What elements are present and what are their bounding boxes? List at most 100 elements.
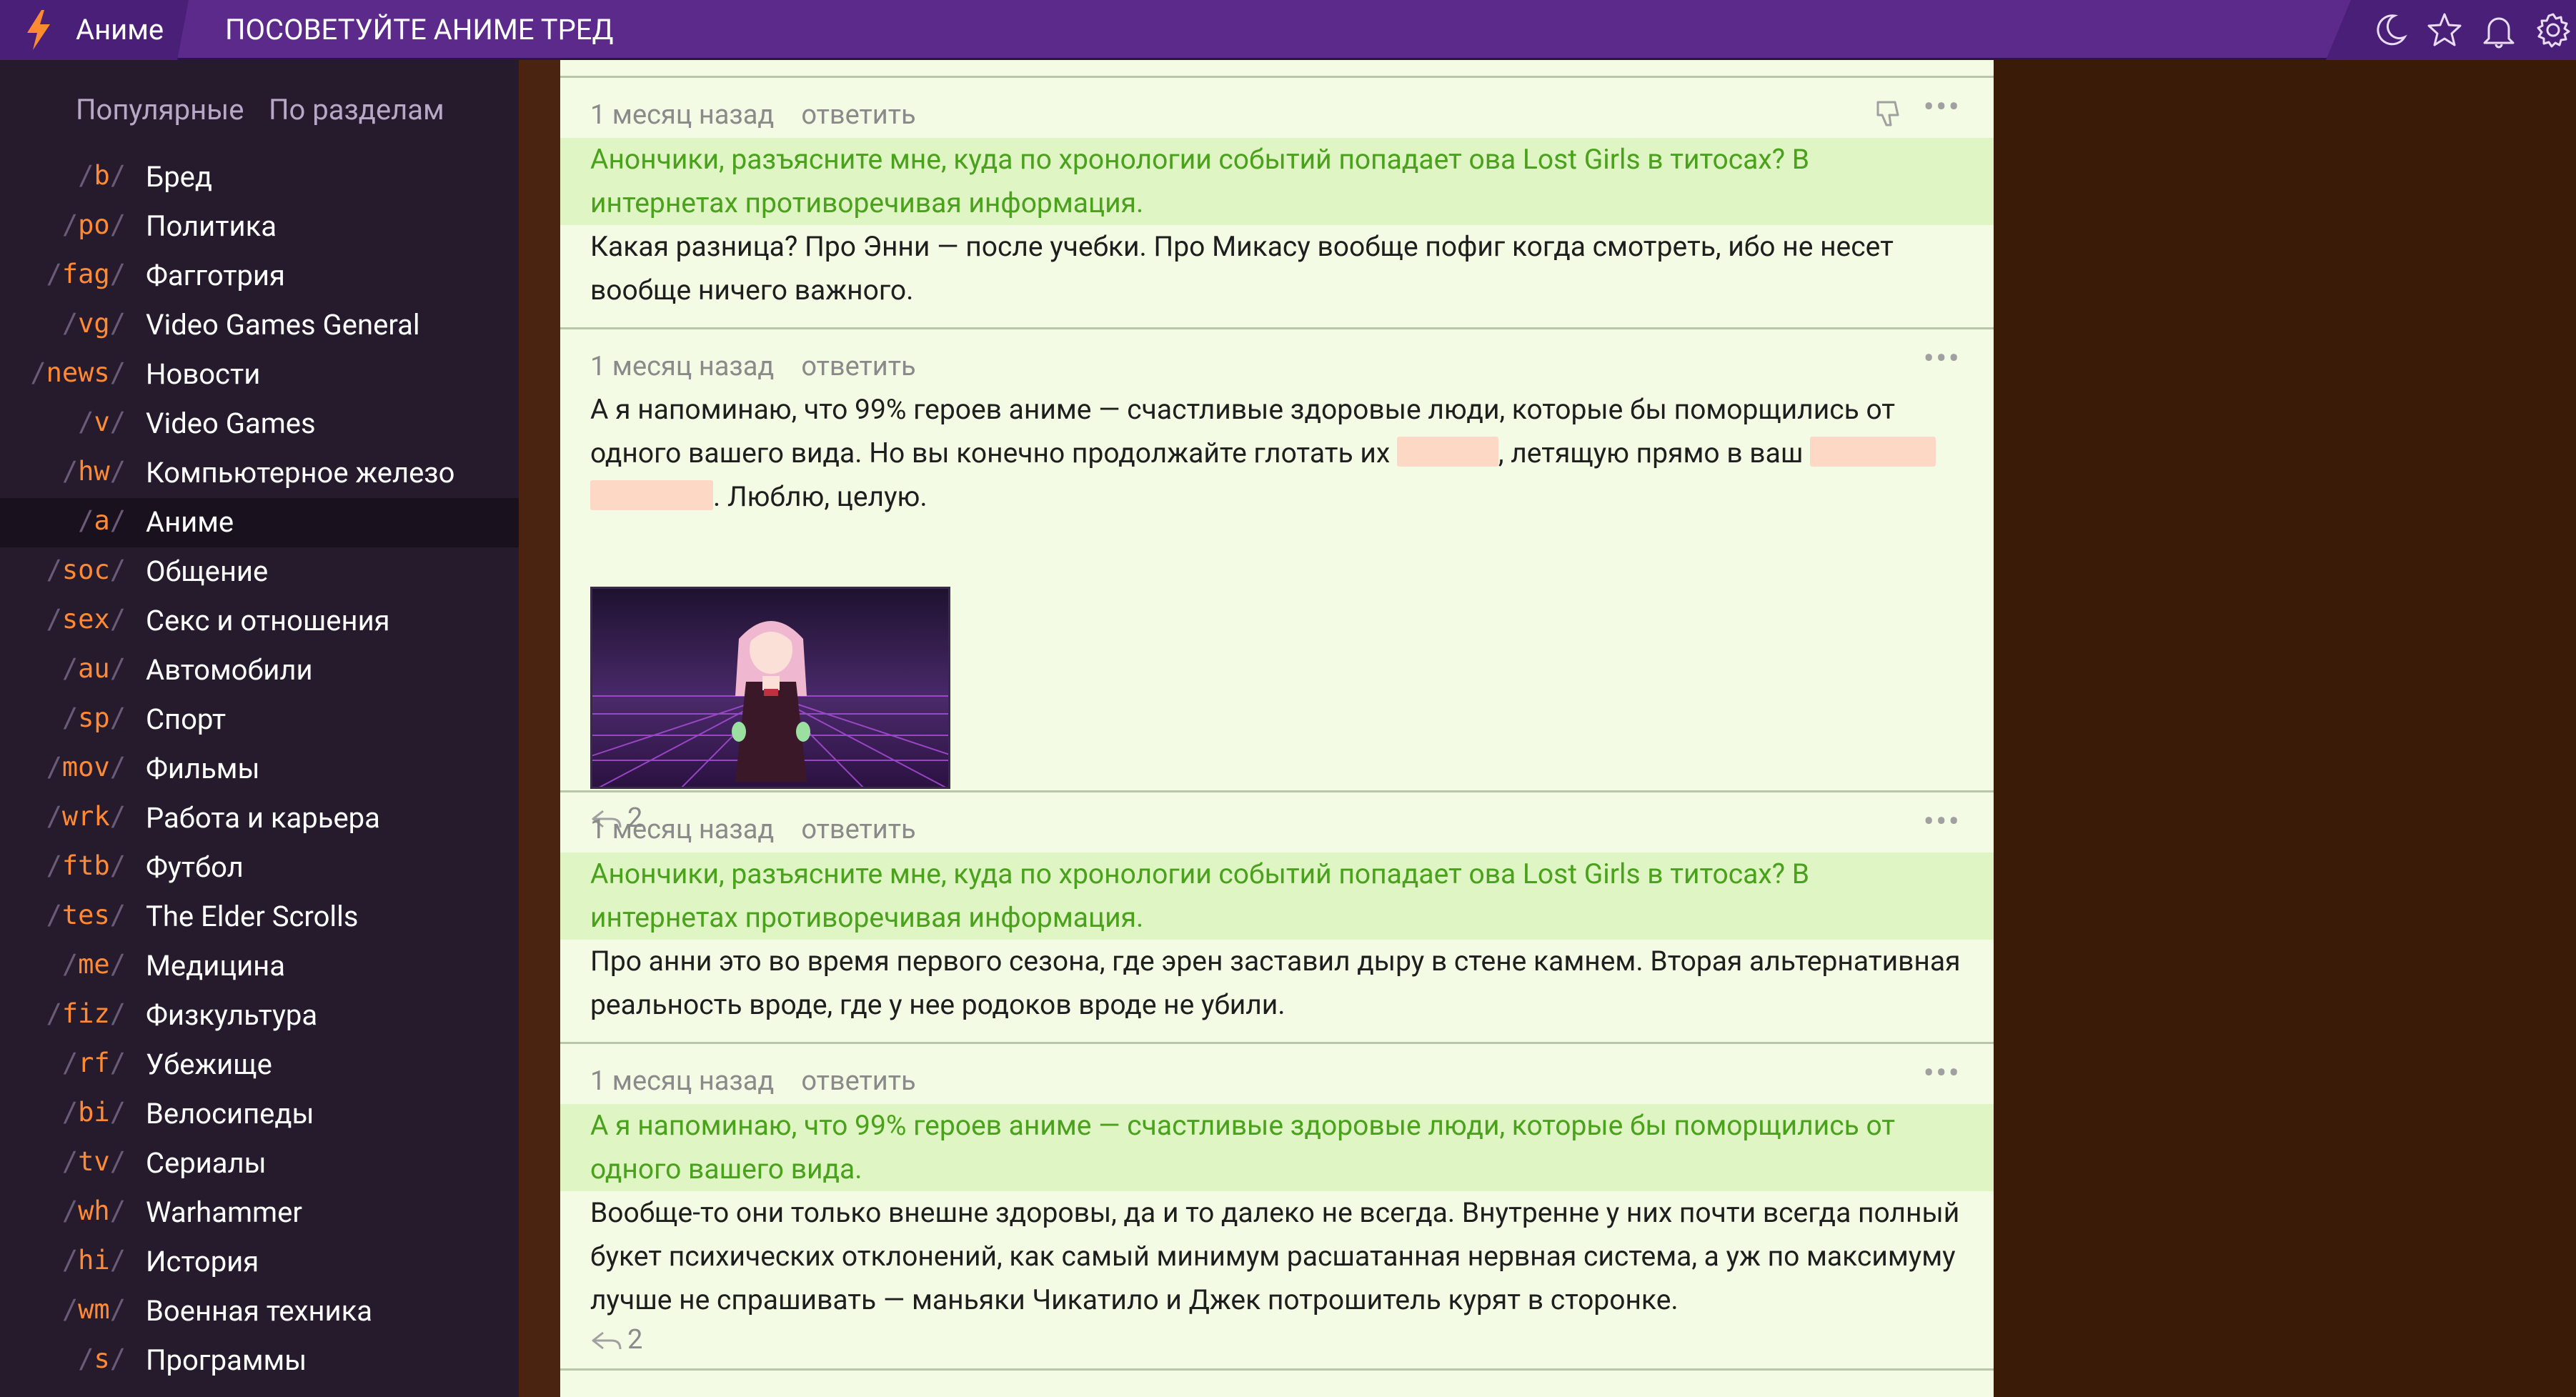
bell-icon[interactable] bbox=[2479, 10, 2519, 50]
sidebar-item-sp[interactable]: /sp/Спорт bbox=[0, 695, 519, 745]
quoted-text[interactable]: Анончики, разъясните мне, куда по хронол… bbox=[560, 852, 1994, 940]
board-code: /tes/ bbox=[46, 900, 126, 930]
board-name: Сериалы bbox=[146, 1146, 267, 1180]
replies-count[interactable]: 2 bbox=[590, 1324, 642, 1356]
board-name: Спорт bbox=[146, 702, 227, 736]
sidebar-item-rf[interactable]: /rf/Убежище bbox=[0, 1040, 519, 1090]
post-text: Вообще-то они только внешне здоровы, да … bbox=[590, 1196, 1960, 1316]
sidebar-item-tes[interactable]: /tes/The Elder Scrolls bbox=[0, 893, 519, 942]
post-meta: 1 месяц назад ответить bbox=[590, 1065, 916, 1097]
toolbar-icons bbox=[2326, 0, 2576, 60]
sidebar-item-hw[interactable]: /hw/Компьютерное железо bbox=[0, 449, 519, 498]
post-meta: 1 месяц назад ответить bbox=[590, 814, 916, 845]
reply-link[interactable]: ответить bbox=[801, 814, 915, 845]
lightning-icon bbox=[27, 10, 50, 50]
board-name: Футбол bbox=[146, 850, 244, 884]
board-code: /fiz/ bbox=[46, 998, 126, 1029]
sidebar-item-fag[interactable]: /fag/Фагготрия bbox=[0, 252, 519, 301]
sidebar-item-sex[interactable]: /sex/Секс и отношения bbox=[0, 597, 519, 646]
sidebar-item-ftb[interactable]: /ftb/Футбол bbox=[0, 843, 519, 893]
reply-link[interactable]: ответить bbox=[801, 1065, 915, 1097]
board-code: /s/ bbox=[78, 1343, 126, 1374]
moon-icon[interactable] bbox=[2370, 10, 2410, 50]
post-image[interactable] bbox=[590, 587, 950, 789]
sidebar: Популярные По разделам /b/Бред/po/Полити… bbox=[0, 60, 519, 1397]
board-name: Секс и отношения bbox=[146, 604, 390, 637]
sidebar-item-po[interactable]: /po/Политика bbox=[0, 202, 519, 252]
board-name: Автомобили bbox=[146, 653, 313, 687]
sidebar-item-mov[interactable]: /mov/Фильмы bbox=[0, 745, 519, 794]
board-name: Общение bbox=[146, 555, 269, 588]
board-code: /wm/ bbox=[61, 1294, 126, 1325]
anime-girl-image bbox=[592, 589, 948, 787]
board-name: Аниме bbox=[146, 505, 234, 539]
dislike-icon[interactable] bbox=[1874, 98, 1905, 129]
sidebar-item-news[interactable]: /news/Новости bbox=[0, 350, 519, 399]
sidebar-item-vg[interactable]: /vg/Video Games General bbox=[0, 301, 519, 350]
spoiler[interactable] bbox=[1396, 437, 1498, 467]
spoiler[interactable] bbox=[1810, 437, 1936, 467]
more-menu-button[interactable]: ••• bbox=[1923, 1054, 1961, 1093]
post: 1 месяц назад ответить ••• А я напоминаю,… bbox=[560, 1042, 1994, 1371]
board-name: Warhammer bbox=[146, 1195, 302, 1229]
sidebar-divider bbox=[519, 60, 560, 1397]
post: 1 месяц назад ответить ••• Анончики, разъ… bbox=[560, 76, 1994, 327]
board-code: /news/ bbox=[30, 357, 126, 388]
more-menu-button[interactable]: ••• bbox=[1923, 339, 1961, 378]
board-name: Программы bbox=[146, 1343, 307, 1377]
board-name: Фильмы bbox=[146, 752, 260, 785]
post-text: Про анни это во время первого сезона, гд… bbox=[590, 945, 1961, 1021]
board-code: /au/ bbox=[61, 653, 126, 684]
board-code: /me/ bbox=[61, 949, 126, 980]
more-menu-button[interactable]: ••• bbox=[1923, 88, 1961, 126]
board-name: Убежище bbox=[146, 1048, 272, 1081]
sidebar-item-wh[interactable]: /wh/Warhammer bbox=[0, 1188, 519, 1238]
sidebar-item-wm[interactable]: /wm/Военная техника bbox=[0, 1287, 519, 1336]
board-code: /bi/ bbox=[61, 1097, 126, 1128]
quoted-text[interactable]: Анончики, разъясните мне, куда по хронол… bbox=[560, 138, 1994, 225]
board-name: Военная техника bbox=[146, 1294, 372, 1328]
board-name: Политика bbox=[146, 209, 277, 243]
reply-link[interactable]: ответить bbox=[801, 351, 915, 382]
tab-popular[interactable]: Популярные bbox=[76, 93, 244, 126]
board-name: Video Games General bbox=[146, 308, 420, 342]
sidebar-item-me[interactable]: /me/Медицина bbox=[0, 942, 519, 991]
post-text-part: . Люблю, целую. bbox=[713, 480, 928, 513]
sidebar-item-fiz[interactable]: /fiz/Физкультура bbox=[0, 991, 519, 1040]
tab-by-section[interactable]: По разделам bbox=[269, 93, 444, 126]
thread-title: ПОСОВЕТУЙТЕ АНИМЕ ТРЕД bbox=[225, 13, 614, 46]
more-menu-button[interactable]: ••• bbox=[1923, 802, 1961, 841]
sidebar-item-s[interactable]: /s/Программы bbox=[0, 1336, 519, 1386]
post: 1 месяц назад ответить ••• Анончики, разъ… bbox=[560, 790, 1994, 1042]
sidebar-item-au[interactable]: /au/Автомобили bbox=[0, 646, 519, 695]
board-code: /tv/ bbox=[61, 1146, 126, 1177]
board-name: Бред bbox=[146, 160, 213, 194]
board-code: /vg/ bbox=[61, 308, 126, 339]
reply-link[interactable]: ответить bbox=[801, 99, 915, 131]
sidebar-item-soc[interactable]: /soc/Общение bbox=[0, 547, 519, 597]
board-code: /hi/ bbox=[61, 1245, 126, 1276]
reply-arrow-icon bbox=[592, 1331, 622, 1350]
board-name: The Elder Scrolls bbox=[146, 900, 359, 933]
board-name: История bbox=[146, 1245, 259, 1278]
sidebar-item-hi[interactable]: /hi/История bbox=[0, 1238, 519, 1287]
spoiler[interactable] bbox=[590, 480, 713, 510]
sidebar-item-wrk[interactable]: /wrk/Работа и карьера bbox=[0, 794, 519, 843]
post-text: А я напоминаю, что 99% героев аниме — сч… bbox=[590, 388, 1962, 519]
post-text: Какая разница? Про Энни — после учебки. … bbox=[590, 230, 1894, 307]
board-code: /fag/ bbox=[46, 259, 126, 289]
board-code: /wh/ bbox=[61, 1195, 126, 1226]
sidebar-item-a[interactable]: /a/Аниме bbox=[0, 498, 519, 547]
board-code: /po/ bbox=[61, 209, 126, 240]
post-time: 1 месяц назад bbox=[590, 351, 775, 382]
sidebar-item-b[interactable]: /b/Бред bbox=[0, 153, 519, 202]
sidebar-item-tv[interactable]: /tv/Сериалы bbox=[0, 1139, 519, 1188]
board-name: Работа и карьера bbox=[146, 801, 380, 835]
sidebar-item-bi[interactable]: /bi/Велосипеды bbox=[0, 1090, 519, 1139]
top-bar: Аниме ПОСОВЕТУЙТЕ АНИМЕ ТРЕД bbox=[0, 0, 2576, 60]
quoted-text[interactable]: А я напоминаю, что 99% героев аниме — сч… bbox=[560, 1104, 1994, 1191]
gear-icon[interactable] bbox=[2533, 10, 2573, 50]
sidebar-item-v[interactable]: /v/Video Games bbox=[0, 399, 519, 449]
section-brand[interactable]: Аниме bbox=[0, 0, 189, 60]
star-icon[interactable] bbox=[2425, 10, 2465, 50]
